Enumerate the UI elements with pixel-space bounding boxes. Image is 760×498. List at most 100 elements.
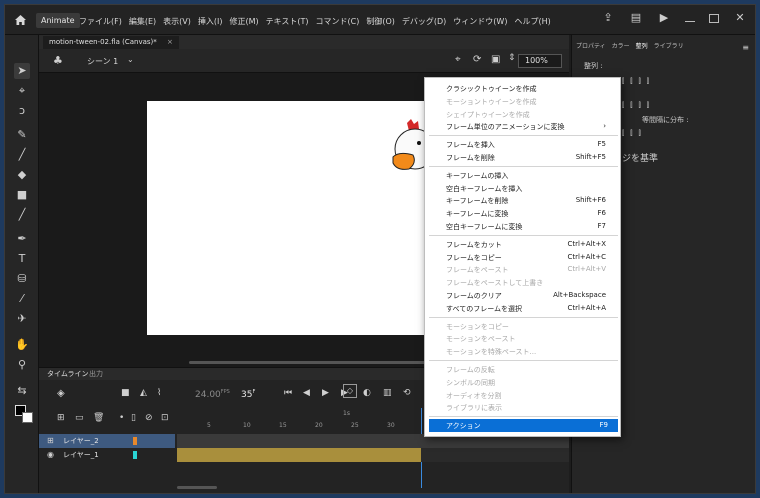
eyedropper-icon[interactable]: ⁄	[14, 291, 30, 307]
menu-control[interactable]: 制御(O)	[366, 16, 395, 27]
zoom-tool-icon[interactable]: ⚲	[14, 357, 30, 373]
scene-dropdown-icon[interactable]: ⌄	[127, 55, 134, 64]
context-menu-item[interactable]: フレームを削除 Shift+F5	[425, 151, 620, 164]
panel-menu-icon[interactable]: ≡	[742, 43, 749, 52]
menu-file[interactable]: ファイル(F)	[79, 16, 122, 27]
outline-icon[interactable]: ▯	[131, 413, 136, 423]
first-frame-icon[interactable]: ⏮	[284, 388, 292, 398]
center-stage-icon[interactable]: ⌖	[455, 54, 461, 65]
graph-icon[interactable]: ⌇	[157, 388, 161, 398]
tab-close-button[interactable]: ×	[167, 38, 173, 46]
pen-tool-icon[interactable]: ✒	[14, 231, 30, 247]
highlight-icon[interactable]: •	[119, 413, 124, 423]
paint-brush-icon[interactable]: ╱	[14, 147, 30, 163]
camera-icon[interactable]: ■	[121, 388, 130, 398]
context-menu-item[interactable]: フレームをコピー Ctrl+Alt+C	[425, 251, 620, 264]
context-menu-item[interactable]: キーフレームの挿入	[425, 169, 620, 182]
context-menu-item[interactable]: すべてのフレームを選択 Ctrl+Alt+A	[425, 302, 620, 315]
minimize-icon[interactable]	[685, 15, 695, 22]
layer-depth-icon[interactable]: ◭	[140, 388, 147, 398]
menu-view[interactable]: 表示(V)	[163, 16, 191, 27]
context-menu-item[interactable]: キーフレームを削除 Shift+F6	[425, 194, 620, 207]
tab-color[interactable]: カラー	[612, 41, 630, 53]
menu-help[interactable]: ヘルプ(H)	[514, 16, 550, 27]
layer-row[interactable]: ◉ レイヤー_1	[39, 448, 175, 462]
lock-icon[interactable]: ⊡	[161, 413, 169, 423]
insert-keyframe-icon[interactable]: ◇	[343, 384, 357, 398]
workspace-icon[interactable]: ▤	[629, 11, 643, 25]
context-menu-item[interactable]: クラシックトゥイーンを作成	[425, 82, 620, 95]
rotate-stage-icon[interactable]: ⟳	[473, 54, 481, 65]
menu-text[interactable]: テキスト(T)	[266, 16, 309, 27]
tab-timeline[interactable]: タイムライン	[47, 369, 89, 379]
menu-commands[interactable]: コマンド(C)	[316, 16, 360, 27]
share-icon[interactable]: ⇪	[601, 11, 615, 25]
selection-tool-icon[interactable]: ➤	[14, 63, 30, 79]
context-menu-item[interactable]: フレームを挿入 F5	[425, 138, 620, 151]
menu-insert[interactable]: 挿入(I)	[198, 16, 223, 27]
loop-icon[interactable]: ⟲	[403, 388, 411, 398]
align-to-stage-label[interactable]: ジを基準	[622, 151, 658, 164]
tab-properties[interactable]: プロパティ	[576, 41, 606, 53]
stage-scrollbar[interactable]	[189, 361, 439, 364]
context-menu-item[interactable]: フレーム単位のアニメーションに変換 ›	[425, 120, 620, 133]
new-folder-icon[interactable]: ▭	[75, 413, 84, 423]
lasso-tool-icon[interactable]: ↄ	[14, 103, 30, 119]
visibility-icon[interactable]: ⊘	[145, 413, 153, 423]
zoom-stepper-icon[interactable]: ⇕	[508, 53, 516, 63]
layer-color-swatch[interactable]	[133, 437, 137, 445]
frame-row-empty[interactable]	[421, 448, 569, 462]
layer-color-swatch[interactable]	[133, 451, 137, 459]
layer-name[interactable]: レイヤー_1	[63, 450, 99, 460]
delete-layer-icon[interactable]: 🗑	[93, 413, 104, 423]
onion-skin-icon[interactable]: ◐	[363, 388, 371, 398]
distribute-buttons-icon[interactable]: ⫿⫿⫿⫿	[622, 101, 655, 110]
line-tool-icon[interactable]: ╱	[14, 207, 30, 223]
eraser-tool-icon[interactable]: ◆	[14, 167, 30, 183]
tween-span[interactable]	[177, 448, 421, 462]
timeline-scrollbar[interactable]	[177, 486, 217, 489]
rectangle-tool-icon[interactable]: ■	[14, 187, 30, 203]
layer-name[interactable]: レイヤー_2	[63, 436, 99, 446]
context-menu-item[interactable]: 空白キーフレームを挿入	[425, 182, 620, 195]
chicken-graphic[interactable]	[387, 119, 427, 183]
tab-library[interactable]: ライブラリ	[654, 41, 684, 53]
text-tool-icon[interactable]: T	[14, 251, 30, 267]
hand-tool-icon[interactable]: ✋	[14, 337, 30, 353]
zoom-select[interactable]: 100%	[518, 54, 562, 68]
align-buttons-icon[interactable]: ⫿⫿⫿⫿	[622, 77, 655, 86]
layer-visibility-icon[interactable]: ◉	[47, 450, 54, 459]
clip-stage-icon[interactable]: ▣	[491, 54, 500, 65]
swap-colors-icon[interactable]: ⇆	[14, 383, 30, 399]
step-back-icon[interactable]: ◀	[303, 388, 310, 398]
subselection-tool-icon[interactable]: ⌖	[14, 83, 30, 99]
brush-tool-icon[interactable]: ✎	[14, 127, 30, 143]
menu-edit[interactable]: 編集(E)	[129, 16, 156, 27]
layers-icon[interactable]: ◈	[57, 388, 65, 399]
space-buttons-icon[interactable]: ⫿⫿⫿	[622, 129, 647, 138]
current-frame[interactable]: 35F	[241, 389, 255, 400]
layer-row[interactable]: ⊞ レイヤー_2	[39, 434, 175, 448]
menu-debug[interactable]: デバッグ(D)	[402, 16, 446, 27]
context-menu-item[interactable]: フレームのクリア Alt+Backspace	[425, 289, 620, 302]
menu-modify[interactable]: 修正(M)	[229, 16, 258, 27]
document-tab[interactable]: motion-tween-02.fla (Canvas)* ×	[43, 36, 179, 49]
scene-icon[interactable]: ♣	[53, 54, 63, 67]
tab-align[interactable]: 整列	[636, 41, 648, 53]
test-movie-icon[interactable]: ▶	[657, 11, 671, 25]
edit-multiple-icon[interactable]: ▥	[383, 388, 392, 398]
pin-tool-icon[interactable]: ✈	[14, 311, 30, 327]
fill-color-swatch[interactable]	[22, 412, 33, 423]
context-menu-item[interactable]: フレームをカット Ctrl+Alt+X	[425, 238, 620, 251]
tab-output[interactable]: 出力	[89, 369, 103, 379]
maximize-icon[interactable]	[709, 13, 719, 23]
context-menu-item[interactable]: キーフレームに変換 F6	[425, 207, 620, 220]
menu-window[interactable]: ウィンドウ(W)	[453, 16, 507, 27]
paint-bucket-icon[interactable]: ⛁	[14, 271, 30, 287]
context-menu-item[interactable]: 空白キーフレームに変換 F7	[425, 220, 620, 233]
new-layer-icon[interactable]: ⊞	[57, 413, 65, 423]
fps-value[interactable]: 24.00FPS	[195, 389, 230, 400]
close-icon[interactable]: ✕	[733, 11, 747, 25]
home-icon[interactable]	[14, 14, 27, 26]
play-icon[interactable]: ▶	[322, 388, 329, 398]
